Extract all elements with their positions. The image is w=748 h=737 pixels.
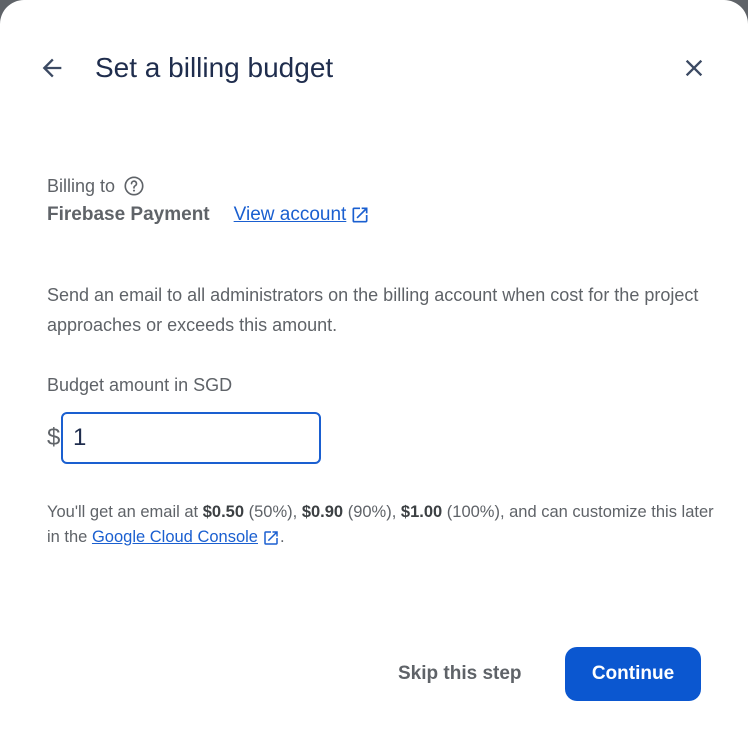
currency-symbol: $ (47, 424, 61, 451)
open-in-new-icon (264, 530, 278, 545)
alert-thresholds-info: You'll get an email at $0.50 (50%), $0.9… (47, 500, 717, 550)
billing-to-label: Billing to (47, 175, 116, 196)
google-cloud-console-link[interactable]: Google Cloud Console (92, 525, 280, 550)
close-button[interactable] (674, 48, 714, 88)
threshold-90-pct: (90%), (343, 503, 401, 521)
view-account-link[interactable]: View account (234, 204, 371, 226)
billing-account-row: Firebase Payment View account (47, 204, 370, 226)
dialog-title: Set a billing budget (95, 52, 334, 83)
billing-to-row: Billing to (47, 175, 145, 197)
close-icon (685, 59, 703, 77)
open-in-new-icon (352, 207, 368, 223)
arrow-back-icon (42, 58, 62, 78)
console-link-label: Google Cloud Console (91, 528, 258, 546)
skip-step-button[interactable]: Skip this step (382, 648, 538, 700)
threshold-50-pct: (50%), (244, 503, 302, 521)
billing-account-name: Firebase Payment (47, 204, 210, 225)
billing-budget-dialog: Set a billing budget Billing to Firebase… (0, 0, 748, 737)
threshold-50-amount: $0.50 (202, 503, 245, 521)
info-suffix: . (279, 528, 285, 546)
budget-amount-label: Budget amount in SGD (47, 375, 233, 395)
back-button[interactable] (32, 48, 72, 88)
threshold-90-amount: $0.90 (301, 503, 344, 521)
threshold-100-amount: $1.00 (400, 503, 443, 521)
help-icon[interactable] (123, 175, 145, 197)
budget-amount-input[interactable] (61, 412, 321, 464)
continue-button[interactable]: Continue (565, 647, 701, 701)
info-prefix: You'll get an email at (47, 503, 203, 521)
view-account-label: View account (233, 204, 347, 225)
budget-description: Send an email to all administrators on t… (47, 285, 699, 335)
